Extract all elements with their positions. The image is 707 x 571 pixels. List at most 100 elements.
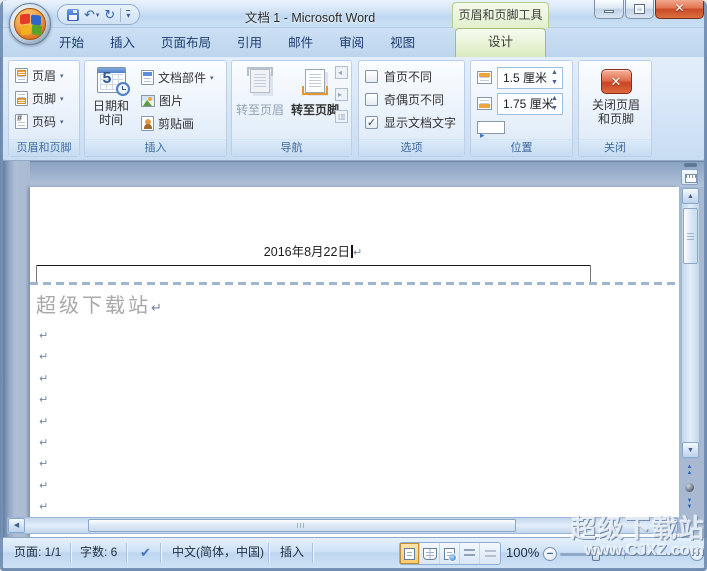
status-bar: 页面: 1/1 字数: 6 ✔ 中文(简体，中国) 插入 100% − + [0, 537, 707, 568]
minimize-button[interactable] [594, 0, 624, 19]
checkbox-icon[interactable] [365, 70, 378, 83]
horizontal-scrollbar[interactable]: ◀ ▶ [7, 517, 679, 534]
page-number-button[interactable]: 页码 ▾ [12, 111, 67, 132]
footer-from-bottom-spinner[interactable]: ▲▼ [549, 95, 560, 113]
draft-view-button[interactable] [480, 543, 500, 564]
checkbox-icon[interactable] [365, 93, 378, 106]
previous-section-button[interactable] [335, 66, 348, 79]
footer-icon [15, 91, 28, 106]
language-indicator[interactable]: 中文(简体，中国) [164, 538, 272, 568]
tab-view[interactable]: 视图 [377, 30, 428, 57]
quick-access-toolbar: ↶▾ ↻ ▾ [57, 4, 140, 25]
close-header-footer-button[interactable]: ✕ 关闭页眉 和页脚 [579, 61, 653, 126]
scroll-down-button[interactable]: ▼ [682, 442, 699, 458]
tab-references[interactable]: 引用 [224, 30, 275, 57]
redo-button[interactable]: ↻ [104, 7, 115, 23]
header-button[interactable]: 页眉 ▾ [12, 65, 67, 86]
tab-design-active[interactable]: 设计 [455, 28, 546, 57]
picture-button[interactable]: 图片 [138, 90, 186, 111]
undo-button[interactable]: ↶▾ [84, 7, 99, 23]
checkbox-label: 首页不同 [384, 68, 432, 85]
tab-home[interactable]: 开始 [46, 30, 97, 57]
goto-footer-button[interactable]: 转至页脚 [288, 69, 342, 117]
header-bottom-border [36, 265, 591, 266]
group-label-insert: 插入 [85, 139, 226, 156]
zoom-slider-thumb[interactable] [592, 546, 600, 561]
document-workspace: 2016年8月22日↵ 超级下载站↵ ↵↵↵↵↵↵↵↵↵↵ ▲ ▼ ▲▲ ▼▼ … [3, 161, 704, 537]
tab-review[interactable]: 审阅 [326, 30, 377, 57]
close-button[interactable]: ✕ [655, 0, 704, 19]
quick-parts-dropdown-icon: ▾ [210, 74, 214, 82]
outline-view-icon [464, 548, 475, 560]
scroll-left-button[interactable]: ◀ [8, 518, 25, 533]
footer-button[interactable]: 页脚 ▾ [12, 88, 67, 109]
next-page-button[interactable]: ▼▼ [681, 498, 698, 510]
split-handle[interactable] [684, 163, 697, 167]
clipart-button[interactable]: 剪贴画 [138, 113, 197, 134]
zoom-in-button[interactable]: + [690, 547, 704, 561]
ribbon: 页眉 ▾ 页脚 ▾ 页码 ▾ 页眉和页脚 5 日期和 [3, 57, 704, 161]
header-text-area[interactable]: 2016年8月22日↵ [36, 241, 590, 260]
vertical-scrollbar[interactable]: ▲ ▼ [681, 187, 700, 459]
clipart-icon [141, 116, 154, 131]
office-button[interactable] [9, 3, 51, 45]
horizontal-scroll-thumb[interactable] [88, 519, 516, 532]
word-count[interactable]: 字数: 6 [72, 538, 125, 568]
checkbox-show-document-text[interactable]: ✓ 显示文档文字 [365, 113, 456, 131]
previous-page-button[interactable]: ▲▲ [681, 464, 698, 476]
header-from-top-spinner[interactable]: ▲▼ [549, 69, 560, 87]
checkbox-different-odd-even[interactable]: 奇偶页不同 [365, 90, 444, 108]
vertical-scroll-thumb[interactable] [683, 208, 698, 264]
quick-parts-button[interactable]: 文档部件 ▾ [138, 67, 217, 88]
page-indicator[interactable]: 页面: 1/1 [6, 538, 69, 568]
spellcheck-status-icon[interactable]: ✔ [132, 538, 159, 568]
web-layout-icon [444, 548, 455, 560]
header-paragraph-mark: ↵ [353, 247, 362, 259]
body-text-line[interactable]: 超级下载站↵ [36, 289, 162, 318]
outline-view-button[interactable] [460, 543, 480, 564]
group-header-footer: 页眉 ▾ 页脚 ▾ 页码 ▾ 页眉和页脚 [8, 60, 80, 157]
print-layout-view-button[interactable] [400, 543, 420, 564]
ruler-toggle-button[interactable] [681, 169, 698, 185]
ribbon-tab-row: 开始插入页面布局引用邮件审阅视图 设计 ? [0, 28, 707, 57]
paragraph-mark: ↵ [39, 436, 48, 449]
goto-footer-icon [305, 69, 325, 93]
next-section-button[interactable] [335, 88, 348, 101]
restore-icon [635, 5, 644, 13]
checkbox-icon[interactable]: ✓ [365, 116, 378, 129]
page-number-dropdown-icon: ▾ [60, 118, 64, 126]
zoom-slider-track[interactable] [560, 553, 688, 556]
date-time-button[interactable]: 5 日期和 时间 [88, 67, 134, 127]
paragraph-mark: ↵ [39, 500, 48, 513]
save-button[interactable] [67, 9, 79, 21]
insert-mode-indicator[interactable]: 插入 [272, 538, 312, 568]
undo-dropdown-icon[interactable]: ▾ [96, 11, 100, 19]
insert-alignment-tab-button[interactable] [477, 121, 505, 134]
web-layout-view-button[interactable] [440, 543, 460, 564]
tab-insert[interactable]: 插入 [97, 30, 148, 57]
link-to-previous-button[interactable] [335, 110, 348, 123]
header-from-top-field[interactable]: 1.5 厘米 ▲▼ [497, 67, 563, 89]
checkbox-different-first-page[interactable]: 首页不同 [365, 67, 432, 85]
customize-qat-button[interactable]: ▾ [126, 10, 130, 20]
tab-mailings[interactable]: 邮件 [275, 30, 326, 57]
footer-from-bottom-field[interactable]: 1.75 厘米 ▲▼ [497, 93, 563, 115]
fullscreen-reading-view-button[interactable] [420, 543, 440, 564]
checkbox-label: 显示文档文字 [384, 114, 456, 131]
goto-header-button[interactable]: 转至页眉 [234, 69, 286, 117]
qat-separator [120, 8, 121, 22]
tab-page-layout[interactable]: 页面布局 [148, 30, 224, 57]
group-label-header-footer: 页眉和页脚 [9, 139, 79, 156]
window-title: 文档 1 - Microsoft Word [210, 7, 410, 26]
scroll-up-button[interactable]: ▲ [682, 188, 699, 204]
zoom-level[interactable]: 100% [506, 538, 539, 568]
paragraph-mark: ↵ [39, 457, 48, 470]
document-page[interactable]: 2016年8月22日↵ 超级下载站↵ ↵↵↵↵↵↵↵↵↵↵ [30, 187, 679, 537]
scroll-right-button[interactable]: ▶ [661, 518, 678, 533]
page-number-icon [15, 114, 28, 129]
restore-button[interactable] [625, 0, 654, 19]
select-browse-object-button[interactable] [685, 483, 694, 492]
close-header-footer-icon: ✕ [601, 69, 632, 94]
paragraph-mark: ↵ [39, 350, 48, 363]
zoom-out-button[interactable]: − [543, 547, 557, 561]
